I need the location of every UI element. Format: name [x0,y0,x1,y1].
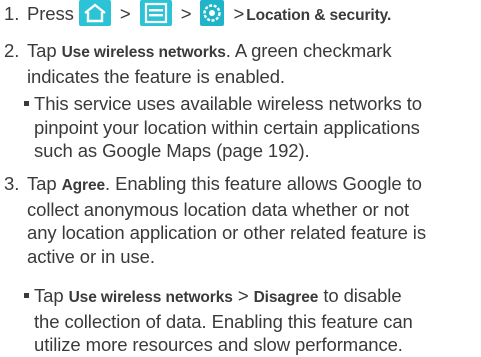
instruction-document: 1. Press > > > Location & security. 2. T… [0,0,481,356]
step-text: Press > > > Location & security. [27,0,481,28]
use-wireless-networks-label: Use wireless networks [61,44,226,61]
use-wireless-networks-label: Use wireless networks [68,289,233,306]
separator: > [237,285,249,306]
menu-icon [139,0,172,27]
settings-icon [200,0,225,27]
step-text: Tap Use wireless networks. A green check… [27,40,392,87]
press-label: Press [27,3,74,24]
home-icon [78,0,111,27]
bullet-marker [24,293,29,298]
bullet-marker [24,101,29,106]
step-number: 3. [4,173,20,194]
separator: > [119,3,131,24]
location-security-label: Location & security. [246,7,392,24]
bullet-text: This service uses available wireless net… [34,93,422,161]
separator: > [180,3,192,24]
agree-label: Agree [61,177,106,194]
separator: > [233,3,245,24]
step-text: Tap Agree. Enabling this feature allows … [27,173,426,267]
step-number: 2. [4,40,20,61]
step-number: 1. [4,3,20,24]
bullet-text: Tap Use wireless networks > Disagree to … [34,285,413,355]
disagree-label: Disagree [253,289,319,306]
